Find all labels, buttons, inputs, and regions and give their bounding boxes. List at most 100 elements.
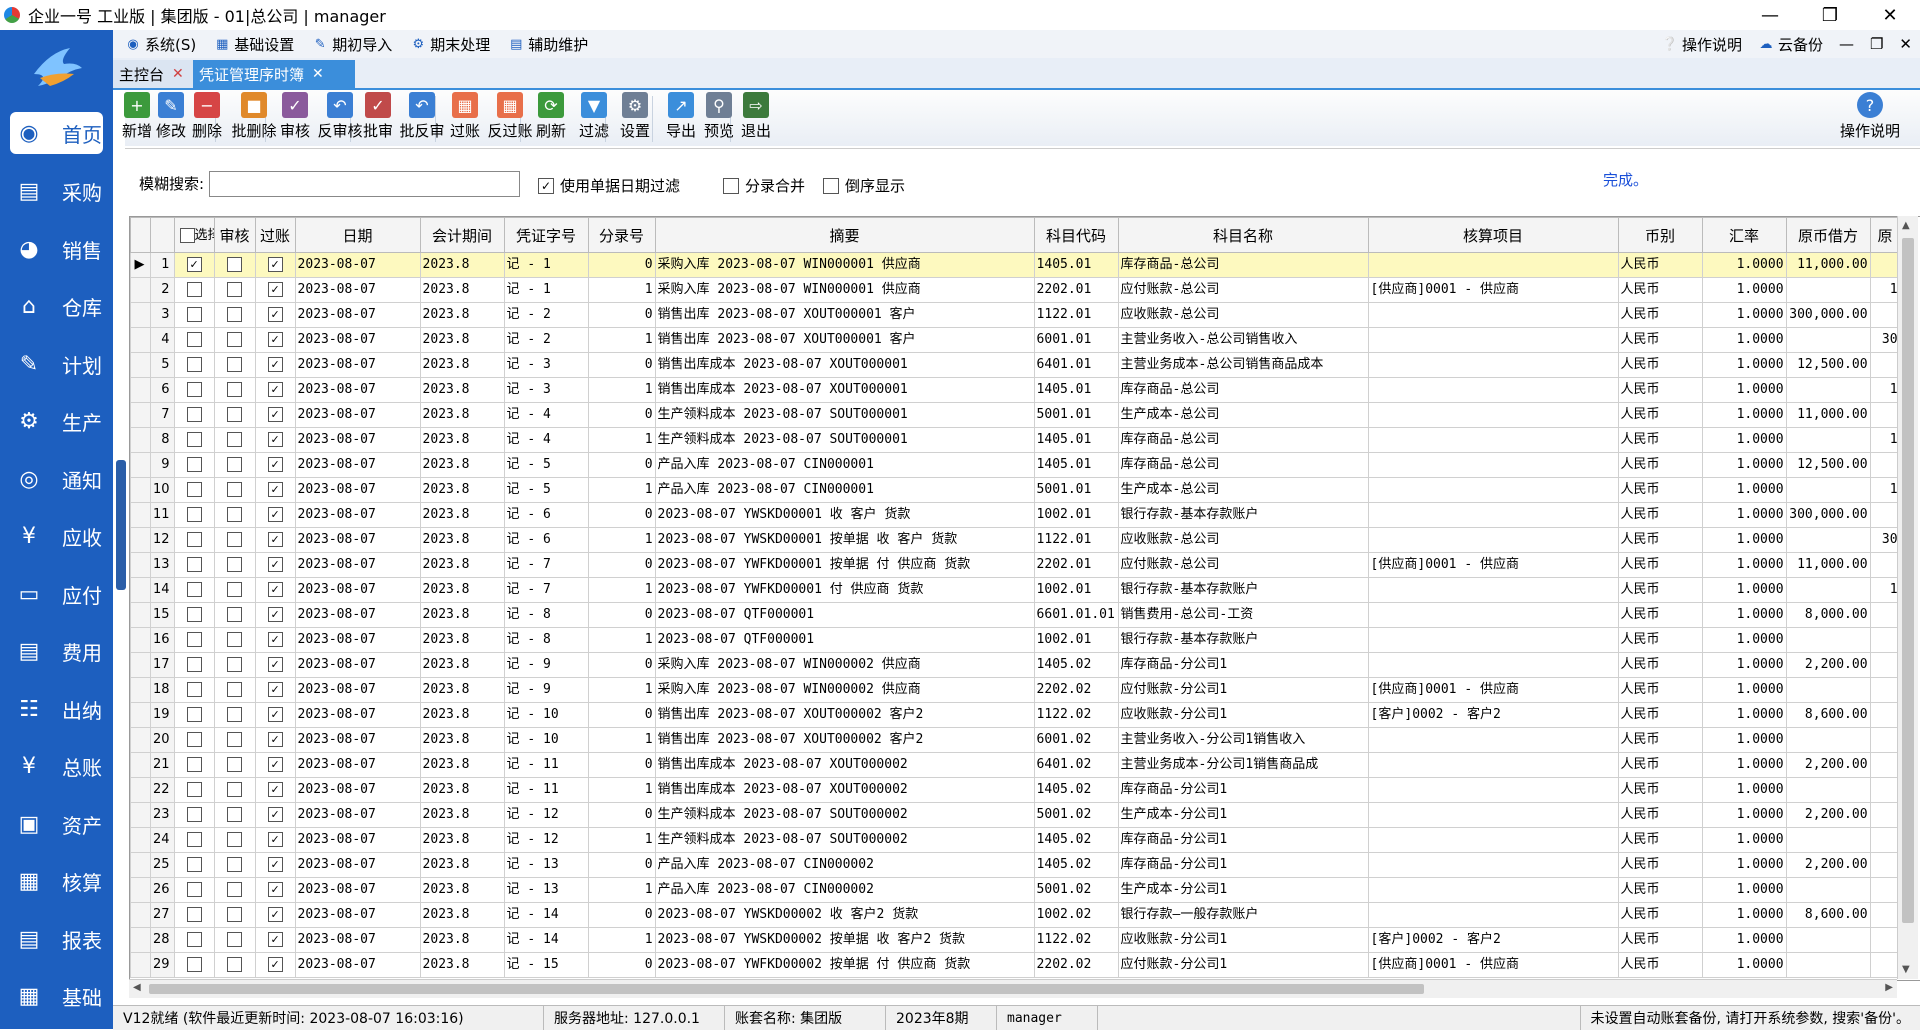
cell-period[interactable]: 2023.8 [420, 378, 504, 403]
cell-debit[interactable] [1786, 928, 1870, 953]
cell-code[interactable]: 1002.01 [1034, 578, 1118, 603]
cell-date[interactable]: 2023-08-07 [295, 678, 420, 703]
sidebar-item-1[interactable]: ▤采购 [0, 163, 113, 221]
cell-debit[interactable] [1786, 878, 1870, 903]
menu-system[interactable]: ◉系统(S) [125, 34, 196, 55]
cell-debit[interactable]: 8,000.00 [1786, 603, 1870, 628]
cell-item[interactable] [1368, 903, 1618, 928]
cell-period[interactable]: 2023.8 [420, 303, 504, 328]
select-checkbox[interactable] [174, 303, 214, 328]
column-header[interactable]: 凭证字号 [504, 218, 588, 253]
close-tab-icon[interactable]: ✕ [312, 66, 324, 82]
column-header[interactable]: 币别 [1618, 218, 1702, 253]
cell-date[interactable]: 2023-08-07 [295, 628, 420, 653]
cell-summary[interactable]: 2023-08-07 QTF000001 [655, 603, 1034, 628]
table-row[interactable]: 15✓2023-08-072023.8记 - 802023-08-07 QTF0… [131, 603, 1901, 628]
cell-entry[interactable]: 1 [588, 828, 655, 853]
minimize-button[interactable]: — [1740, 0, 1800, 30]
sidebar-item-5[interactable]: ⚙生产 [0, 393, 113, 451]
cell-account[interactable]: 应收账款-总公司 [1118, 303, 1368, 328]
table-row[interactable]: 27✓2023-08-072023.8记 - 1402023-08-07 YWS… [131, 903, 1901, 928]
table-row[interactable]: 6✓2023-08-072023.8记 - 31销售出库成本 2023-08-0… [131, 378, 1901, 403]
table-row[interactable]: 17✓2023-08-072023.8记 - 90采购入库 2023-08-07… [131, 653, 1901, 678]
cell-rate[interactable]: 1.0000 [1702, 528, 1786, 553]
cell-extra[interactable] [1870, 803, 1900, 828]
cell-extra[interactable] [1870, 753, 1900, 778]
posted-checkbox[interactable]: ✓ [255, 903, 295, 928]
cell-summary[interactable]: 2023-08-07 YWFKD00002 按单据 付 供应商 货款 [655, 953, 1034, 978]
audit-checkbox[interactable] [214, 353, 255, 378]
cell-voucher[interactable]: 记 - 12 [504, 803, 588, 828]
cell-debit[interactable] [1786, 278, 1870, 303]
cell-date[interactable]: 2023-08-07 [295, 803, 420, 828]
cell-voucher[interactable]: 记 - 2 [504, 328, 588, 353]
cell-date[interactable]: 2023-08-07 [295, 578, 420, 603]
audit-checkbox[interactable] [214, 878, 255, 903]
reverse-display-checkbox[interactable]: 倒序显示 [823, 175, 905, 196]
cell-extra[interactable]: 30 [1870, 328, 1900, 353]
cell-period[interactable]: 2023.8 [420, 453, 504, 478]
cell-rate[interactable]: 1.0000 [1702, 628, 1786, 653]
cell-entry[interactable]: 1 [588, 528, 655, 553]
close-button[interactable]: ✕ [1860, 0, 1920, 30]
cell-summary[interactable]: 2023-08-07 YWSKD00002 按单据 收 客户2 货款 [655, 928, 1034, 953]
cell-code[interactable]: 1405.01 [1034, 428, 1118, 453]
cell-debit[interactable]: 2,200.00 [1786, 653, 1870, 678]
cell-period[interactable]: 2023.8 [420, 603, 504, 628]
inner-restore-button[interactable]: ❐ [1870, 35, 1883, 53]
cell-extra[interactable] [1870, 828, 1900, 853]
audit-checkbox[interactable] [214, 903, 255, 928]
cell-item[interactable]: [客户]0002 - 客户2 [1368, 928, 1618, 953]
cell-debit[interactable]: 300,000.00 [1786, 503, 1870, 528]
cell-entry[interactable]: 1 [588, 428, 655, 453]
audit-checkbox[interactable] [214, 953, 255, 978]
posted-checkbox[interactable]: ✓ [255, 928, 295, 953]
cell-code[interactable]: 5001.02 [1034, 803, 1118, 828]
cell-cur[interactable]: 人民币 [1618, 453, 1702, 478]
cell-rate[interactable]: 1.0000 [1702, 878, 1786, 903]
cell-entry[interactable]: 1 [588, 678, 655, 703]
cell-cur[interactable]: 人民币 [1618, 678, 1702, 703]
audit-checkbox[interactable] [214, 753, 255, 778]
vertical-scrollbar[interactable]: ▲ ▼ [1897, 216, 1918, 979]
cell-item[interactable]: [供应商]0001 - 供应商 [1368, 678, 1618, 703]
cell-voucher[interactable]: 记 - 4 [504, 403, 588, 428]
column-header[interactable]: 过账 [255, 218, 295, 253]
cell-entry[interactable]: 0 [588, 703, 655, 728]
cell-summary[interactable]: 生产领料成本 2023-08-07 SOUT000001 [655, 428, 1034, 453]
cell-account[interactable]: 银行存款-基本存款账户 [1118, 628, 1368, 653]
export-button[interactable]: ↗导出 [661, 92, 701, 141]
cell-extra[interactable] [1870, 603, 1900, 628]
cell-rate[interactable]: 1.0000 [1702, 403, 1786, 428]
cell-voucher[interactable]: 记 - 5 [504, 478, 588, 503]
cell-entry[interactable]: 1 [588, 628, 655, 653]
audit-checkbox[interactable] [214, 453, 255, 478]
cell-period[interactable]: 2023.8 [420, 653, 504, 678]
cell-account[interactable]: 应收账款-总公司 [1118, 528, 1368, 553]
cell-period[interactable]: 2023.8 [420, 903, 504, 928]
cell-code[interactable]: 1002.02 [1034, 903, 1118, 928]
select-checkbox[interactable] [174, 728, 214, 753]
cell-item[interactable]: [供应商]0001 - 供应商 [1368, 278, 1618, 303]
cell-period[interactable]: 2023.8 [420, 878, 504, 903]
cell-summary[interactable]: 销售出库成本 2023-08-07 XOUT000001 [655, 353, 1034, 378]
cell-summary[interactable]: 销售出库成本 2023-08-07 XOUT000001 [655, 378, 1034, 403]
cell-code[interactable]: 1122.02 [1034, 703, 1118, 728]
column-header[interactable]: 汇率 [1702, 218, 1786, 253]
search-input[interactable] [209, 171, 520, 197]
cell-account[interactable]: 银行存款-基本存款账户 [1118, 503, 1368, 528]
posted-checkbox[interactable]: ✓ [255, 478, 295, 503]
posted-checkbox[interactable]: ✓ [255, 253, 295, 278]
cell-entry[interactable]: 0 [588, 803, 655, 828]
cell-voucher[interactable]: 记 - 13 [504, 878, 588, 903]
cell-item[interactable] [1368, 603, 1618, 628]
cell-entry[interactable]: 1 [588, 328, 655, 353]
cell-item[interactable] [1368, 803, 1618, 828]
audit-checkbox[interactable] [214, 478, 255, 503]
cell-summary[interactable]: 生产领料成本 2023-08-07 SOUT000002 [655, 803, 1034, 828]
cell-entry[interactable]: 0 [588, 653, 655, 678]
cell-date[interactable]: 2023-08-07 [295, 928, 420, 953]
cell-code[interactable]: 5001.01 [1034, 403, 1118, 428]
cell-account[interactable]: 库存商品-分公司1 [1118, 653, 1368, 678]
posted-checkbox[interactable]: ✓ [255, 428, 295, 453]
